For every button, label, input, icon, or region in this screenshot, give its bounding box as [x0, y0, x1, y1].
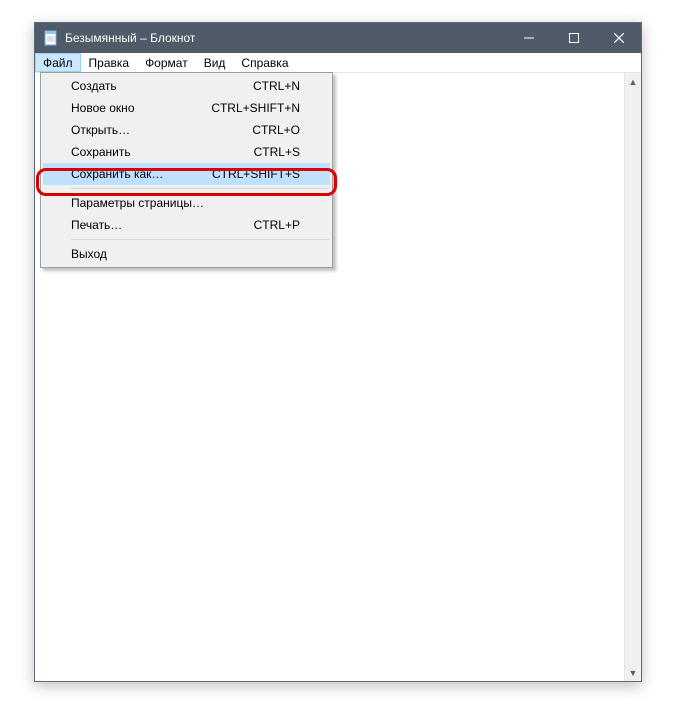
menu-label: Правка: [89, 56, 130, 70]
menu-view[interactable]: Вид: [196, 53, 234, 72]
menu-separator: [71, 188, 329, 189]
menu-item-label: Сохранить: [71, 145, 254, 159]
minimize-button[interactable]: [506, 23, 551, 53]
menu-file[interactable]: Файл: [35, 53, 81, 72]
menu-item-label: Параметры страницы…: [71, 196, 300, 210]
menu-format[interactable]: Формат: [137, 53, 196, 72]
menu-item-shortcut: CTRL+SHIFT+N: [211, 101, 300, 115]
menu-help[interactable]: Справка: [233, 53, 296, 72]
menu-item-print[interactable]: Печать… CTRL+P: [43, 214, 330, 236]
menu-item-save[interactable]: Сохранить CTRL+S: [43, 141, 330, 163]
menu-label: Файл: [43, 56, 73, 70]
menu-item-shortcut: CTRL+SHIFT+S: [212, 167, 300, 181]
menu-item-new-window[interactable]: Новое окно CTRL+SHIFT+N: [43, 97, 330, 119]
menu-item-open[interactable]: Открыть… CTRL+O: [43, 119, 330, 141]
menu-label: Справка: [241, 56, 288, 70]
menu-edit[interactable]: Правка: [81, 53, 138, 72]
menu-label: Формат: [145, 56, 188, 70]
notepad-icon: [43, 30, 59, 46]
menubar: Файл Правка Формат Вид Справка: [35, 53, 641, 73]
menu-item-label: Печать…: [71, 218, 254, 232]
menu-item-shortcut: CTRL+N: [253, 79, 300, 93]
window-controls: [506, 23, 641, 53]
menu-item-shortcut: CTRL+O: [252, 123, 300, 137]
file-dropdown: Создать CTRL+N Новое окно CTRL+SHIFT+N О…: [40, 72, 333, 268]
menu-item-label: Открыть…: [71, 123, 252, 137]
menu-item-shortcut: CTRL+P: [254, 218, 300, 232]
menu-item-exit[interactable]: Выход: [43, 243, 330, 265]
vertical-scrollbar[interactable]: ▲ ▼: [624, 73, 641, 681]
scroll-track[interactable]: [625, 90, 641, 664]
scroll-down-icon[interactable]: ▼: [625, 664, 641, 681]
menu-item-shortcut: CTRL+S: [254, 145, 300, 159]
menu-item-label: Новое окно: [71, 101, 211, 115]
menu-separator: [71, 239, 329, 240]
menu-label: Вид: [204, 56, 226, 70]
titlebar[interactable]: Безымянный – Блокнот: [35, 23, 641, 53]
scroll-up-icon[interactable]: ▲: [625, 73, 641, 90]
menu-item-label: Сохранить как…: [71, 167, 212, 181]
maximize-button[interactable]: [551, 23, 596, 53]
menu-item-label: Создать: [71, 79, 253, 93]
window-title: Безымянный – Блокнот: [65, 31, 506, 45]
close-button[interactable]: [596, 23, 641, 53]
menu-item-new[interactable]: Создать CTRL+N: [43, 75, 330, 97]
menu-item-page-setup[interactable]: Параметры страницы…: [43, 192, 330, 214]
menu-item-label: Выход: [71, 247, 300, 261]
menu-item-save-as[interactable]: Сохранить как… CTRL+SHIFT+S: [43, 163, 330, 185]
